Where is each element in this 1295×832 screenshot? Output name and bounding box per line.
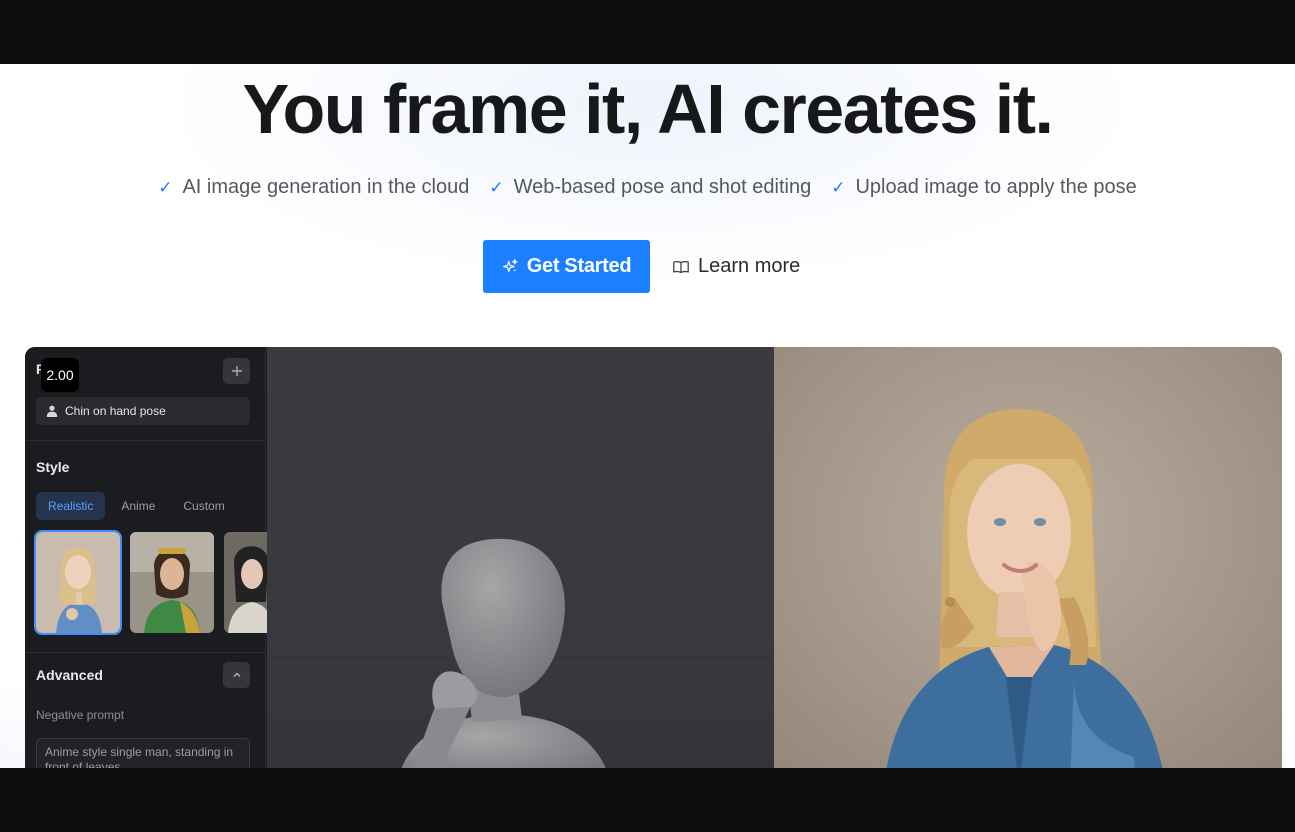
landing-page: You frame it, AI creates it. ✓ AI image … [0,64,1295,768]
sparkles-icon [502,259,518,273]
learn-more-label: Learn more [698,255,801,277]
user-icon [46,405,58,417]
divider [25,440,266,441]
style-tabs: Realistic Anime Custom [36,492,241,520]
pose-value: Chin on hand pose [65,404,166,418]
feature-text: Web-based pose and shot editing [513,176,812,198]
collapse-advanced-button[interactable] [223,662,250,688]
pose-editor-canvas[interactable] [267,347,774,768]
negative-prompt-label: Negative prompt [36,708,125,722]
get-started-label: Get Started [526,255,632,277]
settings-sidebar: P 2.00 Chin on hand pose Style Realistic… [25,347,308,768]
pose-selector[interactable]: Chin on hand pose [36,397,250,425]
value-tooltip: 2.00 [41,358,79,392]
get-started-button[interactable]: Get Started [483,240,650,293]
check-icon: ✓ [489,177,504,197]
check-icon: ✓ [831,177,846,197]
feature-item: ✓ Web-based pose and shot editing [489,176,811,199]
check-icon: ✓ [158,177,173,197]
add-pose-button[interactable] [223,358,250,384]
letterbox-bottom [0,768,1295,832]
feature-item: ✓ Upload image to apply the pose [831,176,1137,199]
divider [25,652,266,653]
learn-more-link[interactable]: Learn more [672,240,800,293]
chevron-up-icon [233,672,240,677]
mannequin-figure [401,538,606,768]
book-icon [673,260,689,273]
tab-realistic[interactable]: Realistic [36,492,106,520]
style-thumbnail-image [36,532,120,633]
hero-headline: You frame it, AI creates it. [242,70,1054,148]
feature-list: ✓ AI image generation in the cloud ✓ Web… [0,176,1295,199]
style-title: Style [36,459,70,475]
app-preview: P 2.00 Chin on hand pose Style Realistic… [25,347,1282,768]
feature-item: ✓ AI image generation in the cloud [158,176,469,199]
plus-icon [231,366,242,376]
tab-custom[interactable]: Custom [171,492,236,520]
style-thumbnail-image [130,532,214,633]
tab-anime[interactable]: Anime [109,492,167,520]
generated-image [774,347,1282,768]
generated-portrait [886,408,1163,768]
negative-prompt-input[interactable]: Anime style single man, standing in fron… [36,738,250,768]
style-thumbnail[interactable] [130,532,214,633]
feature-text: AI image generation in the cloud [182,176,470,198]
letterbox-top [0,0,1295,64]
advanced-title: Advanced [36,667,103,683]
feature-text: Upload image to apply the pose [855,176,1137,198]
style-thumbnail[interactable] [34,530,122,635]
